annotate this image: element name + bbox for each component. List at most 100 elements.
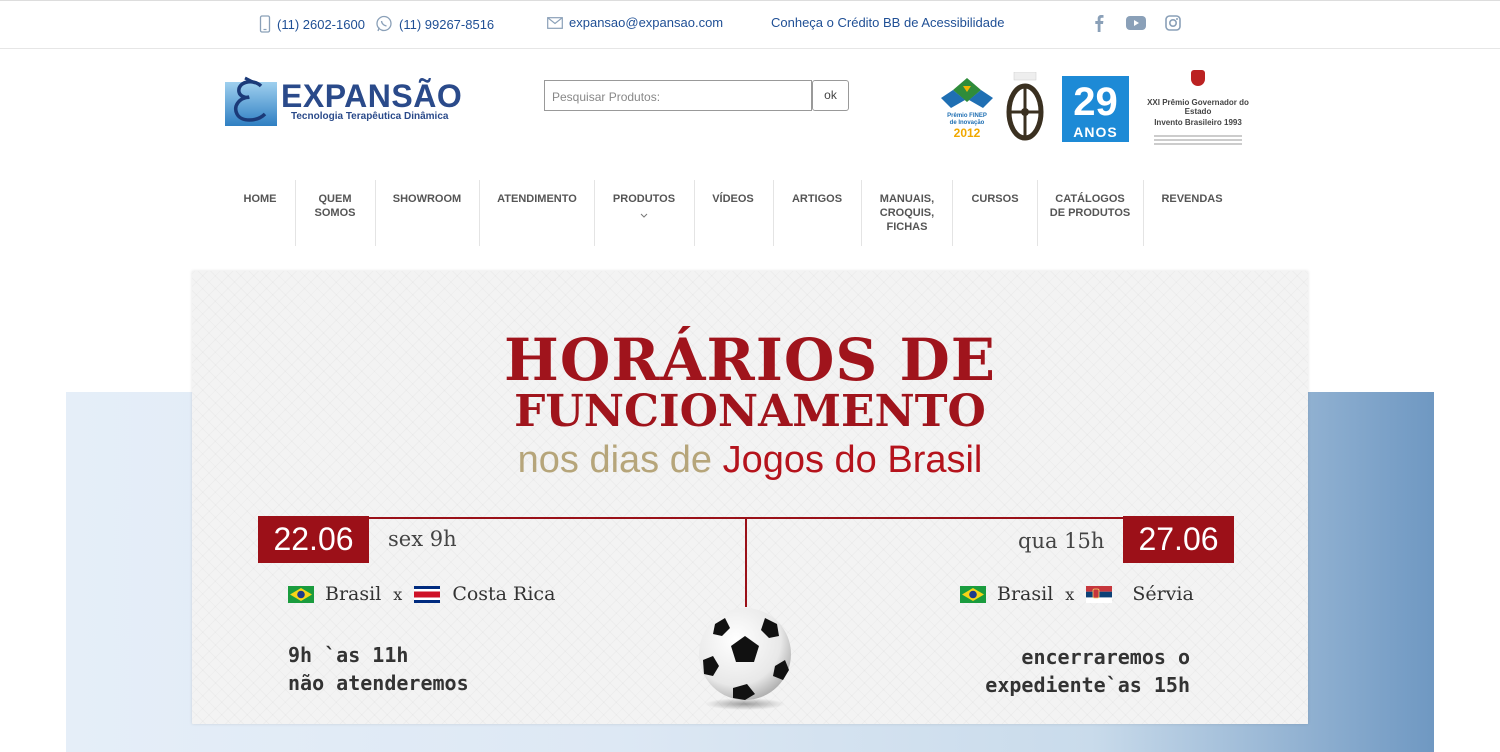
nav-separator (375, 180, 376, 246)
award-fine-print (1138, 135, 1258, 145)
nav-separator (1037, 180, 1038, 246)
hero-banner[interactable]: HORÁRIOS DE FUNCIONAMENTO nos dias de Jo… (192, 271, 1308, 724)
anniversary-years: 29 (1073, 80, 1118, 124)
game2-match: Brasil x Sérvia (960, 583, 1194, 605)
ball-string (745, 517, 747, 607)
game1-team1: Brasil (325, 583, 382, 605)
nav-item-label: ARTIGOS (791, 193, 843, 205)
state-seal-icon (1191, 70, 1205, 86)
game2-note-line2: expediente`as 15h (985, 673, 1190, 697)
nav-item-artigos[interactable]: ARTIGOS (778, 180, 856, 246)
whatsapp-number[interactable]: (11) 99267-8516 (399, 17, 494, 32)
game1-day-time: sex 9h (388, 527, 457, 551)
accessibility-link-label[interactable]: Conheça o Crédito BB de Acessibilidade (771, 15, 1004, 30)
serbia-flag-icon (1086, 585, 1113, 603)
finep-award-badge: Prêmio FINEP de Inovação 2012 (941, 78, 993, 140)
nav-item-quem-somos[interactable]: QUEM SOMOS (300, 180, 370, 246)
logo-tagline: Tecnologia Terapêutica Dinâmica (291, 111, 449, 122)
mail-icon (547, 16, 563, 29)
nav-item-label: QUEM SOMOS (314, 193, 356, 219)
invention-award-badge (1006, 71, 1044, 142)
banner-title-line2: FUNCIONAMENTO (514, 386, 986, 437)
brazil-flag-icon (288, 585, 314, 603)
nav-item-label: PRODUTOS (612, 193, 676, 205)
nav-item-label: SHOWROOM (392, 193, 462, 205)
anniversary-label: ANOS (1073, 124, 1118, 140)
governor-award-line1: XXI Prêmio Governador do Estado (1147, 98, 1249, 116)
banner-subtitle-a: nos dias de (517, 439, 712, 481)
nav-item-videos[interactable]: VÍDEOS (699, 180, 767, 246)
phone-icon (259, 15, 271, 33)
nav-item-label: CURSOS (971, 193, 1019, 205)
nav-item-manuais[interactable]: MANUAIS, CROQUIS, FICHAS (866, 180, 948, 246)
nav-item-label: REVENDAS (1161, 193, 1223, 205)
accessibility-link[interactable]: Conheça o Crédito BB de Acessibilidade (771, 15, 1004, 30)
banner-subtitle-b: Jogos do Brasil (722, 439, 983, 481)
nav-item-label: MANUAIS, CROQUIS, FICHAS (879, 193, 935, 233)
phone-contact[interactable]: (11) 2602-1600 (259, 15, 365, 33)
email-address[interactable]: expansao@expansao.com (569, 15, 723, 30)
email-contact[interactable]: expansao@expansao.com (547, 15, 723, 30)
nav-separator (773, 180, 774, 246)
top-contact-bar: (11) 2602-1600 (11) 99267-8516 expansao@… (0, 0, 1500, 49)
game1-date: 22.06 (258, 516, 369, 563)
nav-separator (694, 180, 695, 246)
whatsapp-icon (375, 15, 393, 33)
nav-separator (952, 180, 953, 246)
facebook-icon[interactable] (1089, 13, 1109, 33)
finep-award-year: 2012 (953, 126, 981, 140)
governor-award-line2: Invento Brasileiro 1993 (1154, 118, 1242, 127)
game1-team2: Costa Rica (452, 583, 556, 605)
game2-team1: Brasil (997, 583, 1054, 605)
nav-separator (594, 180, 595, 246)
nav-item-showroom[interactable]: SHOWROOM (382, 180, 472, 246)
game2-note: encerraremos o expediente`as 15h (972, 643, 1190, 699)
brazil-flag-icon (960, 585, 986, 603)
nav-separator (295, 180, 296, 246)
banner-subtitle: nos dias de Jogos do Brasil (192, 439, 1308, 482)
nav-item-revendas[interactable]: REVENDAS (1148, 180, 1236, 246)
whatsapp-contact[interactable]: (11) 99267-8516 (375, 15, 494, 33)
nav-separator (861, 180, 862, 246)
site-logo[interactable]: EXPANSÃO Tecnologia Terapêutica Dinâmica (225, 76, 465, 128)
phone-number[interactable]: (11) 2602-1600 (277, 17, 365, 32)
main-nav: HOME QUEM SOMOS SHOWROOM ATENDIMENTO PRO… (0, 180, 1500, 246)
nav-item-label: ATENDIMENTO (497, 193, 577, 205)
game1-note-line2: não atenderemos (288, 671, 469, 695)
nav-separator (1143, 180, 1144, 246)
nav-item-cursos[interactable]: CURSOS (957, 180, 1033, 246)
game2-day-time: qua 15h (1018, 529, 1105, 553)
nav-item-atendimento[interactable]: ATENDIMENTO (484, 180, 590, 246)
chevron-down-icon (640, 208, 648, 222)
anniversary-badge: 29 ANOS (1062, 76, 1129, 142)
youtube-icon[interactable] (1126, 13, 1146, 33)
nav-item-label: CATÁLOGOS DE PRODUTOS (1049, 193, 1131, 219)
game1-vs: x (393, 584, 403, 604)
game1-match: Brasil x Costa Rica (288, 583, 555, 605)
nav-item-label: VÍDEOS (712, 193, 754, 205)
search-input[interactable]: Pesquisar Produtos: (544, 80, 812, 111)
game2-note-line1: encerraremos o (1021, 645, 1190, 669)
governor-award-badge: XXI Prêmio Governador do Estado Invento … (1138, 70, 1258, 148)
costa-rica-flag-icon (414, 585, 441, 603)
game1-note-line1: 9h `as 11h (288, 643, 409, 667)
nav-item-label: HOME (243, 193, 277, 205)
nav-item-home[interactable]: HOME (230, 180, 290, 246)
instagram-icon[interactable] (1163, 13, 1183, 33)
game2-date: 27.06 (1123, 516, 1234, 563)
wheel-trophy-icon (1006, 71, 1044, 141)
nav-separator (479, 180, 480, 246)
nav-item-catalogos[interactable]: CATÁLOGOS DE PRODUTOS (1042, 180, 1138, 246)
nav-item-produtos[interactable]: PRODUTOS (599, 180, 689, 246)
game2-vs: x (1065, 584, 1075, 604)
finep-logo-icon (941, 78, 993, 108)
soccer-ball-icon (695, 604, 795, 710)
game1-note: 9h `as 11h não atenderemos (288, 641, 469, 697)
search-button[interactable]: ok (812, 80, 849, 111)
social-links (1089, 13, 1200, 33)
finep-award-line1: Prêmio FINEP (947, 113, 987, 119)
logo-brand: EXPANSÃO (281, 78, 463, 114)
logo-mark-icon (225, 76, 277, 126)
game2-team2: Sérvia (1132, 583, 1194, 605)
banner-title-line1: HORÁRIOS DE (504, 326, 996, 394)
